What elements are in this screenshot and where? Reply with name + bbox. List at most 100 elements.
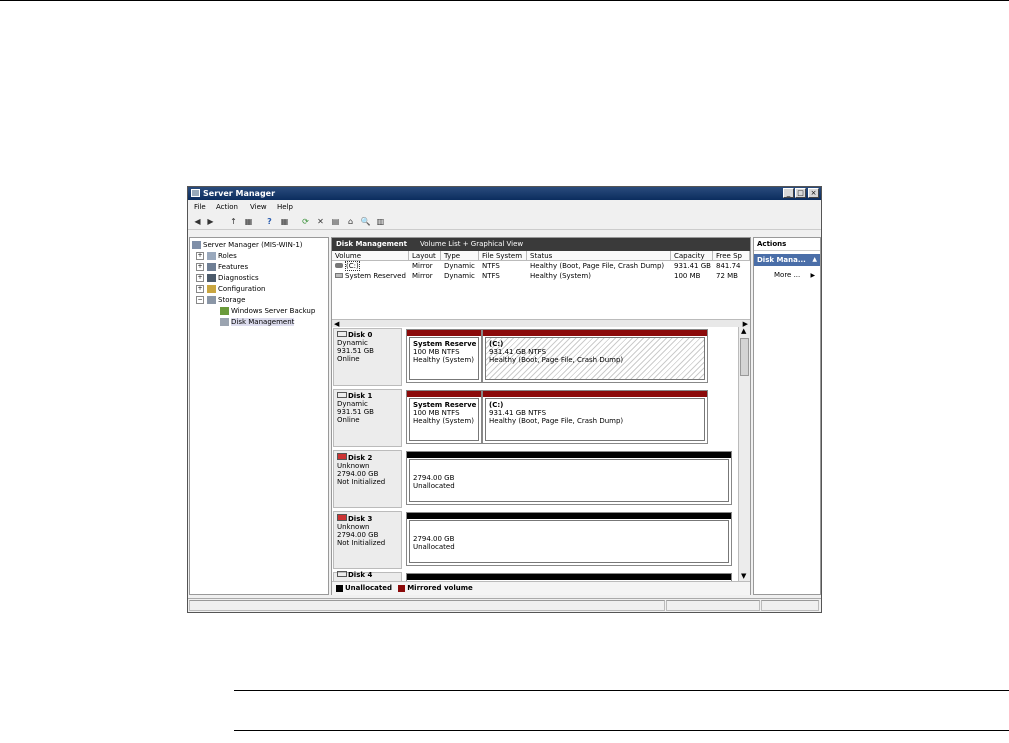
show-console-tree-icon[interactable]: ▦	[243, 216, 254, 227]
toolbar: ◀ ▶ ↑ ▦ ? ▦ ⟳ ✕ ▤ ⌂ 🔍 ▥	[188, 214, 821, 230]
column-header-file-system[interactable]: File System	[479, 251, 527, 261]
open-folder-icon[interactable]: ⌂	[345, 216, 356, 227]
menu-file[interactable]: File	[194, 203, 206, 211]
mirrored-bar	[407, 330, 481, 336]
collapse-up-icon[interactable]: ▲	[812, 254, 817, 266]
partition-unallocated[interactable]	[406, 573, 732, 581]
cell-status: Healthy (Boot, Page File, Crash Dump)	[530, 262, 665, 270]
server-manager-window[interactable]: Server Manager _ □ × File Action View He…	[187, 186, 822, 613]
refresh-icon[interactable]: ⟳	[300, 216, 311, 227]
diagnostics-icon	[207, 274, 216, 282]
roles-icon	[207, 252, 216, 260]
menu-help[interactable]: Help	[277, 203, 293, 211]
disk-name: Disk 4	[348, 571, 373, 579]
console-tree[interactable]: Server Manager (MIS-WIN-1) + Roles + Featu…	[189, 237, 329, 595]
expand-icon[interactable]: +	[196, 274, 204, 282]
minimize-button[interactable]: _	[783, 188, 794, 198]
volume-list[interactable]: Volume Layout Type File System Status Ca…	[332, 251, 750, 329]
more-actions-item[interactable]: More ... ▶	[774, 271, 815, 280]
disk-row[interactable]: Disk 1 Dynamic 931.51 GB Online System R…	[332, 388, 738, 448]
disk-label[interactable]: Disk 4	[333, 571, 402, 581]
menu-action[interactable]: Action	[216, 203, 238, 211]
scroll-up-icon[interactable]: ▲	[741, 327, 746, 336]
column-header-free-space[interactable]: Free Sp	[713, 251, 750, 261]
disk-row[interactable]: Disk 4	[332, 571, 738, 581]
disk-row[interactable]: Disk 3 Unknown 2794.00 GB Not Initialize…	[332, 510, 738, 570]
graphical-view[interactable]: Disk 0 Dynamic 931.51 GB Online System R…	[332, 327, 738, 581]
disk-row[interactable]: Disk 2 Unknown 2794.00 GB Not Initialize…	[332, 449, 738, 509]
expand-icon[interactable]: +	[196, 263, 204, 271]
cell-file-system: NTFS	[482, 262, 500, 270]
collapse-icon[interactable]: −	[196, 296, 204, 304]
column-header-layout[interactable]: Layout	[409, 251, 441, 261]
help-icon[interactable]: ?	[264, 216, 275, 227]
cell-type: Dynamic	[444, 272, 475, 280]
scroll-thumb[interactable]	[740, 338, 749, 376]
disk-row[interactable]: Disk 0 Dynamic 931.51 GB Online System R…	[332, 327, 738, 387]
tree-item-disk-management[interactable]: Disk Management	[220, 317, 295, 327]
column-header-volume[interactable]: Volume	[332, 251, 409, 261]
tree-item-server-manager[interactable]: Server Manager (MIS-WIN-1)	[192, 240, 303, 250]
expand-icon[interactable]: +	[196, 285, 204, 293]
volume-icon	[335, 273, 343, 278]
mirrored-bar	[483, 330, 707, 336]
tree-item-storage[interactable]: − Storage	[196, 295, 245, 305]
disk-type: Unknown	[337, 462, 370, 470]
scroll-down-icon[interactable]: ▼	[741, 572, 746, 581]
partition-status: Healthy (System)	[413, 356, 474, 364]
disk-management-pane: Disk Management Volume List + Graphical …	[331, 237, 751, 595]
legend-unallocated: Unallocated	[345, 584, 392, 592]
expand-icon[interactable]: +	[196, 252, 204, 260]
actions-section-disk-management[interactable]: Disk Mana... ▲	[754, 254, 820, 266]
page-top-rule	[0, 0, 1009, 1]
column-header-type[interactable]: Type	[441, 251, 479, 261]
disk-state: Not Initialized	[337, 539, 386, 547]
close-button[interactable]: ×	[808, 188, 819, 198]
partition-c-drive[interactable]: (C:) 931.41 GB NTFS Healthy (Boot, Page …	[482, 329, 708, 383]
up-folder-icon[interactable]: ↑	[228, 216, 239, 227]
unallocated-swatch	[336, 584, 343, 592]
tree-item-configuration[interactable]: + Configuration	[196, 284, 265, 294]
disk-label[interactable]: Disk 3 Unknown 2794.00 GB Not Initialize…	[333, 511, 402, 569]
partition-unallocated[interactable]: 2794.00 GB Unallocated	[406, 512, 732, 566]
actions-header: Actions	[754, 238, 820, 251]
tree-item-features[interactable]: + Features	[196, 262, 248, 272]
pane-title: Disk Management	[336, 240, 407, 248]
menu-view[interactable]: View	[250, 203, 267, 211]
legend: Unallocated Mirrored volume	[332, 581, 750, 595]
server-icon	[192, 241, 201, 249]
pane-subtitle: Volume List + Graphical View	[420, 240, 524, 248]
partition-system-reserved[interactable]: System Reserve 100 MB NTFS Healthy (Syst…	[406, 390, 482, 444]
server-manager-app-icon	[191, 189, 200, 197]
title-bar[interactable]: Server Manager _ □ ×	[188, 187, 821, 200]
properties-icon[interactable]: ▤	[330, 216, 341, 227]
maximize-button[interactable]: □	[795, 188, 806, 198]
partition-size: 2794.00 GB	[413, 535, 455, 543]
partition-system-reserved[interactable]: System Reserve 100 MB NTFS Healthy (Syst…	[406, 329, 482, 383]
disk-name: Disk 2	[348, 454, 373, 462]
show-action-pane-icon[interactable]: ▦	[279, 216, 290, 227]
column-header-capacity[interactable]: Capacity	[671, 251, 713, 261]
tree-item-windows-server-backup[interactable]: Windows Server Backup	[220, 306, 315, 316]
vertical-scrollbar[interactable]: ▲ ▼	[738, 327, 750, 581]
cell-layout: Mirror	[412, 272, 433, 280]
partition-size: 100 MB NTFS	[413, 348, 460, 356]
tree-item-diagnostics[interactable]: + Diagnostics	[196, 273, 259, 283]
disk-state: Online	[337, 355, 360, 363]
partition-status: Healthy (Boot, Page File, Crash Dump)	[489, 417, 624, 425]
partition-c-drive[interactable]: (C:) 931.41 GB NTFS Healthy (Boot, Page …	[482, 390, 708, 444]
partition-unallocated[interactable]: 2794.00 GB Unallocated	[406, 451, 732, 505]
disk-state: Online	[337, 416, 360, 424]
forward-arrow-icon[interactable]: ▶	[205, 216, 216, 227]
back-arrow-icon[interactable]: ◀	[192, 216, 203, 227]
disk-label[interactable]: Disk 1 Dynamic 931.51 GB Online	[333, 389, 402, 447]
disk-label[interactable]: Disk 0 Dynamic 931.51 GB Online	[333, 328, 402, 386]
cell-capacity: 100 MB	[674, 272, 701, 280]
tree-item-roles[interactable]: + Roles	[196, 251, 237, 261]
delete-icon[interactable]: ✕	[315, 216, 326, 227]
column-header-status[interactable]: Status	[527, 251, 671, 261]
disk-label[interactable]: Disk 2 Unknown 2794.00 GB Not Initialize…	[333, 450, 402, 508]
disk-type: Unknown	[337, 523, 370, 531]
search-icon[interactable]: 🔍	[360, 216, 371, 227]
disk-settings-icon[interactable]: ▥	[375, 216, 386, 227]
